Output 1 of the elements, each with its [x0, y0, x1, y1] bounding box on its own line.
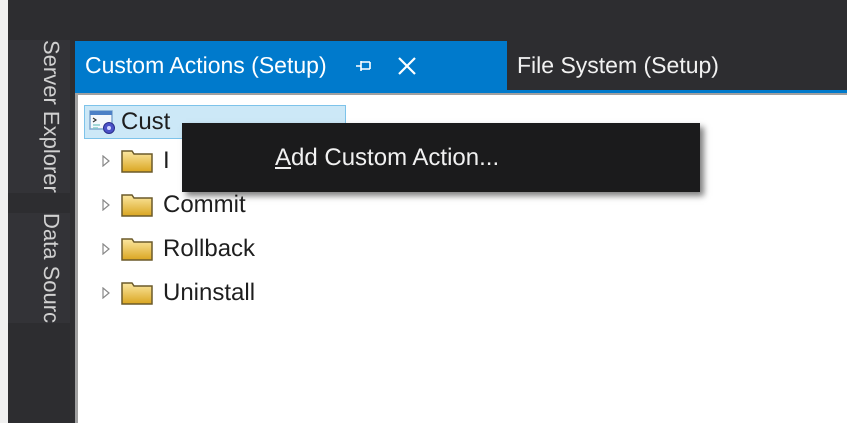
tree-item-label: Cust — [121, 107, 170, 137]
